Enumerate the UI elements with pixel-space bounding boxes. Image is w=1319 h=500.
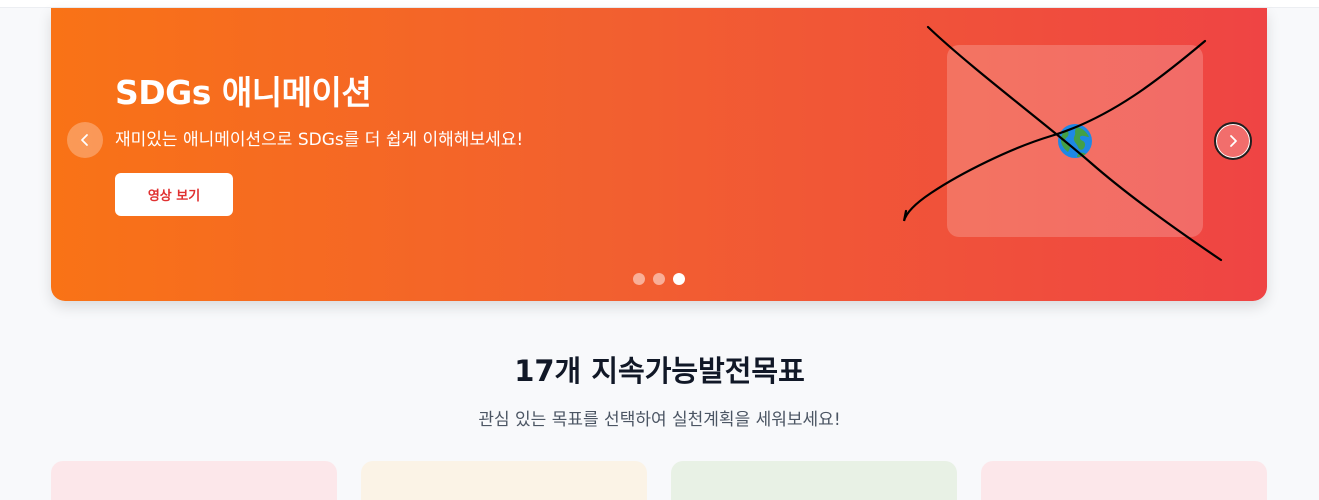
- carousel-dot-2[interactable]: [653, 273, 665, 285]
- top-nav-bar: [0, 0, 1319, 8]
- goal-card[interactable]: [671, 461, 957, 500]
- globe-icon: [1058, 124, 1092, 158]
- banner-subtitle: 재미있는 애니메이션으로 SDGs를 더 쉽게 이해해보세요!: [115, 130, 524, 150]
- carousel-dot-3[interactable]: [673, 273, 685, 285]
- goal-card[interactable]: [981, 461, 1267, 500]
- goal-card-grid: [51, 461, 1267, 500]
- watch-video-button[interactable]: 영상 보기: [115, 173, 233, 216]
- goal-card[interactable]: [361, 461, 647, 500]
- goal-card[interactable]: [51, 461, 337, 500]
- banner-media-placeholder: [947, 45, 1203, 237]
- goals-section-subtitle: 관심 있는 목표를 선택하여 실천계획을 세워보세요!: [478, 410, 841, 430]
- carousel-next-button[interactable]: [1214, 122, 1252, 160]
- chevron-right-icon: [1230, 135, 1237, 147]
- chevron-left-icon: [81, 134, 88, 146]
- carousel-prev-button[interactable]: [67, 122, 103, 158]
- hero-banner-slide: SDGs 애니메이션 재미있는 애니메이션으로 SDGs를 더 쉽게 이해해보세…: [51, 8, 1267, 301]
- carousel-pagination: [633, 273, 685, 285]
- banner-title: SDGs 애니메이션: [115, 73, 372, 112]
- goals-section-title: 17개 지속가능발전목표: [514, 354, 805, 388]
- carousel-dot-1[interactable]: [633, 273, 645, 285]
